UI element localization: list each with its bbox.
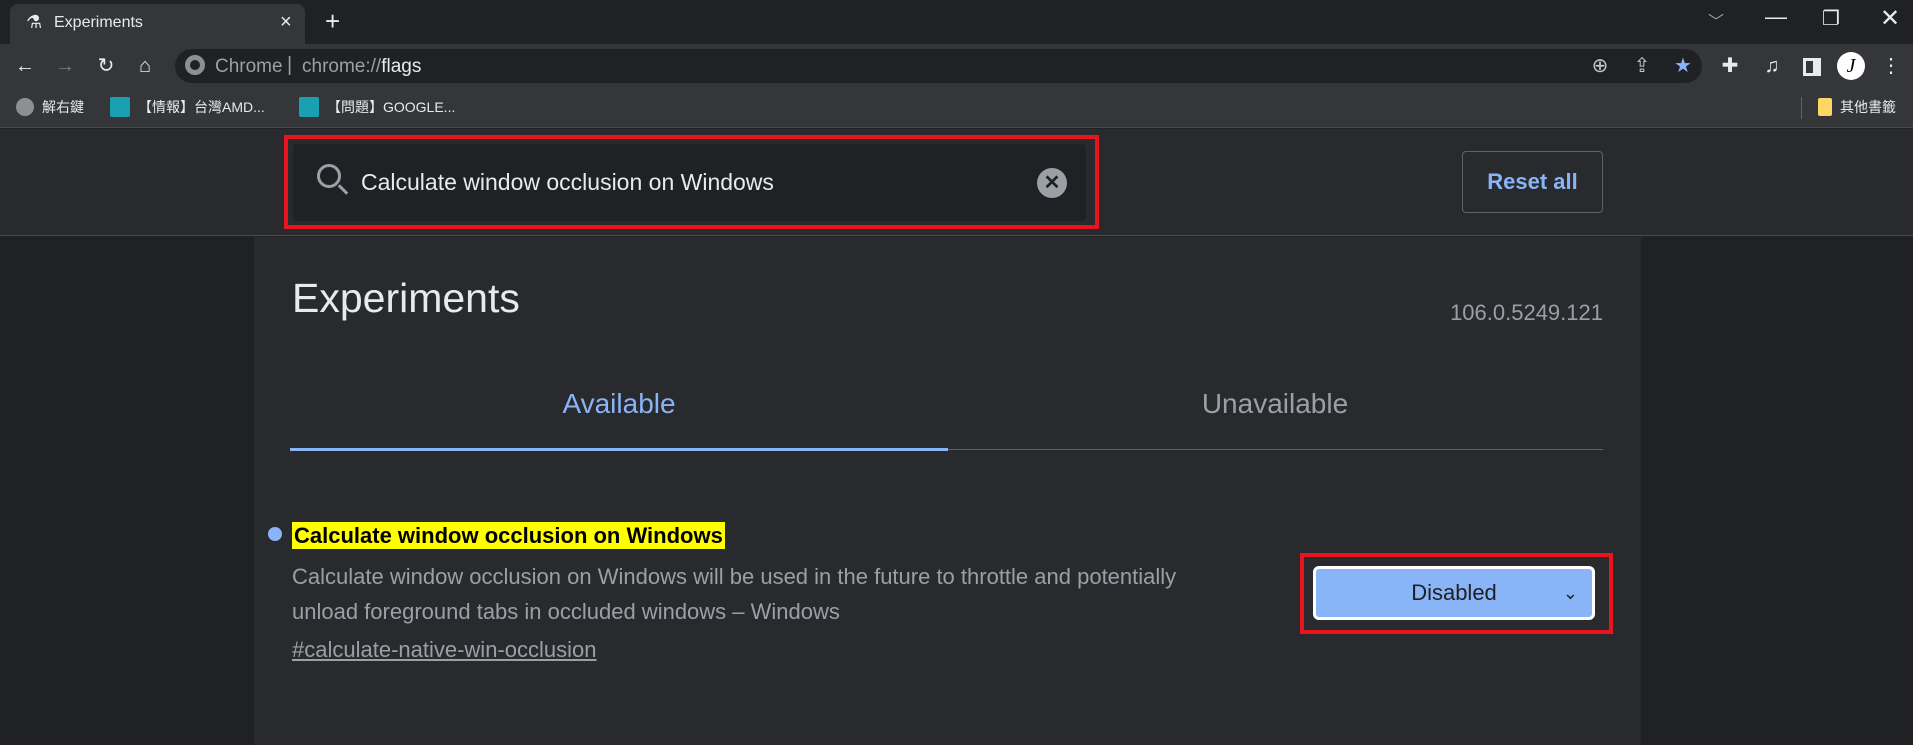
clear-search-icon[interactable]: ✕ [1037, 168, 1067, 198]
restore-button[interactable]: ❐ [1822, 6, 1840, 31]
tab-experiments[interactable]: ⚗ Experiments × [10, 4, 305, 44]
bookmarks-bar [0, 88, 1913, 128]
close-tab-icon[interactable]: × [280, 11, 292, 34]
menu-icon[interactable]: ⋮ [1876, 51, 1906, 81]
flag-description: Calculate window occlusion on Windows wi… [292, 564, 1177, 589]
flag-description: unload foreground tabs in occluded windo… [292, 599, 840, 624]
share-icon[interactable]: ⇪ [1627, 51, 1657, 81]
globe-icon [16, 98, 34, 116]
page-title: Experiments [292, 275, 520, 321]
minimize-button[interactable]: — [1765, 4, 1787, 30]
active-tab-indicator [290, 448, 948, 451]
tab-search-icon[interactable]: ﹀ [1708, 8, 1724, 32]
modified-dot-icon [268, 527, 282, 541]
media-icon[interactable]: ♫ [1757, 51, 1787, 81]
chrome-icon [185, 55, 205, 75]
folder-icon [1818, 98, 1832, 116]
url-prefix: chrome:// [302, 56, 382, 77]
selected-value: Disabled [1411, 580, 1497, 605]
new-tab-button[interactable]: + [325, 6, 340, 37]
search-input[interactable]: Calculate window occlusion on Windows ✕ [293, 144, 1086, 221]
side-panel-icon[interactable] [1803, 58, 1821, 76]
bookmark-star-icon[interactable]: ★ [1668, 51, 1698, 81]
profile-avatar[interactable]: J [1837, 52, 1865, 80]
bookmark-label: 解右鍵 [42, 99, 84, 115]
tab-available[interactable]: Available [419, 388, 819, 420]
close-window-button[interactable]: ✕ [1880, 4, 1900, 33]
url-path: flags [381, 56, 422, 77]
home-icon[interactable]: ⌂ [130, 51, 160, 81]
search-value: Calculate window occlusion on Windows [361, 169, 774, 195]
zoom-icon[interactable]: ⊕ [1585, 51, 1615, 81]
site-favicon-icon [299, 97, 319, 117]
flag-title: Calculate window occlusion on Windows [292, 522, 725, 549]
site-favicon-icon [110, 97, 130, 117]
bookmark-label: 【問題】GOOGLE... [327, 99, 456, 115]
back-icon[interactable]: ← [10, 51, 40, 81]
reload-icon[interactable]: ↻ [91, 51, 121, 81]
chevron-down-icon: ⌄ [1562, 583, 1578, 603]
bookmark-item[interactable]: 【問題】GOOGLE... [299, 95, 455, 119]
flag-state-select[interactable]: Disabled ⌄ [1313, 566, 1595, 620]
bookmark-item[interactable]: 解右鍵 [16, 95, 84, 119]
search-icon [317, 164, 341, 188]
bookmark-item[interactable]: 【情報】台灣AMD... [110, 95, 265, 119]
other-bookmarks-label: 其他書籤 [1840, 99, 1896, 115]
forward-icon[interactable]: → [50, 51, 80, 81]
search-icon-handle [337, 184, 349, 195]
tab-title: Experiments [54, 14, 143, 31]
bookmark-label: 【情報】台灣AMD... [138, 99, 265, 115]
reset-all-button[interactable]: Reset all [1462, 151, 1603, 213]
version-label: 106.0.5249.121 [1450, 300, 1603, 325]
tab-unavailable[interactable]: Unavailable [1075, 388, 1475, 420]
separator: | [287, 54, 293, 76]
url-text: chrome://flags [302, 56, 421, 78]
divider [1801, 97, 1802, 119]
flask-icon: ⚗ [26, 12, 43, 32]
flag-permalink[interactable]: #calculate-native-win-occlusion [292, 637, 596, 663]
omnibox[interactable]: Chrome | chrome://flags ⊕ ⇪ ★ [175, 49, 1702, 83]
other-bookmarks[interactable]: 其他書籤 [1818, 95, 1896, 119]
site-label: Chrome [215, 56, 283, 77]
extensions-icon[interactable]: ✚ [1715, 51, 1745, 81]
